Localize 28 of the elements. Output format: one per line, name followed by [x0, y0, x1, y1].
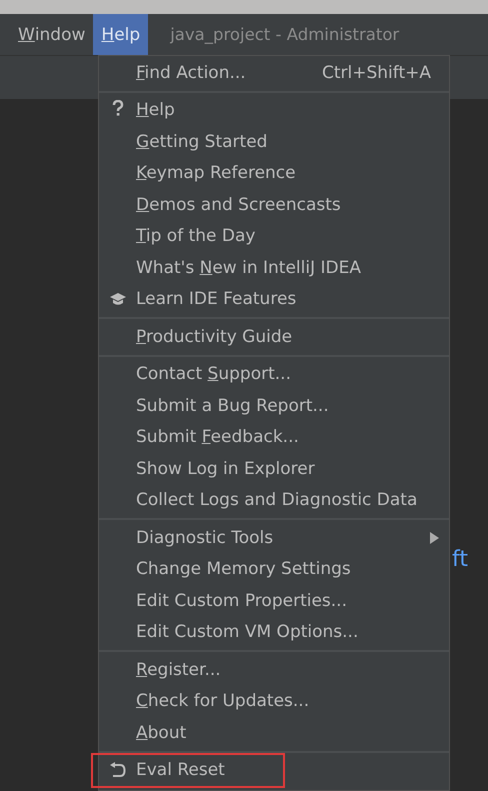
menu-item[interactable]: Check for Updates... — [99, 686, 449, 717]
menu-item[interactable]: Edit Custom VM Options... — [99, 616, 449, 648]
menu-item[interactable]: Demos and Screencasts — [99, 189, 449, 220]
link-text[interactable]: ft — [452, 547, 468, 575]
menu-item[interactable]: Diagnostic Tools — [99, 522, 449, 554]
menu-item[interactable]: Tip of the Day — [99, 220, 449, 252]
menu-item[interactable]: Show Log in Explorer — [99, 453, 449, 484]
menu-item[interactable]: Collect Logs and Diagnostic Data — [99, 484, 449, 516]
menu-item[interactable]: Contact Support... — [99, 358, 449, 390]
menu-item[interactable]: Edit Custom Properties... — [99, 585, 449, 616]
menu-item[interactable]: Find Action... Ctrl+Shift+A — [99, 57, 449, 88]
menu-item[interactable]: Change Memory Settings — [99, 554, 449, 585]
menu-item[interactable]: Submit Feedback... — [99, 422, 449, 453]
menu-bar-item[interactable]: Help — [93, 14, 148, 55]
menu-item[interactable]: About — [99, 717, 449, 748]
graduation-cap-icon — [110, 292, 126, 306]
menu-item[interactable]: Keymap Reference — [99, 158, 449, 189]
menu-bar-item[interactable]: Window — [10, 14, 94, 55]
menu-item[interactable]: Eval Reset — [93, 754, 283, 786]
menu-item[interactable]: Getting Started — [99, 126, 449, 158]
menu-item[interactable]: Learn IDE Features — [99, 284, 449, 315]
menu-item[interactable]: What's New in IntelliJ IDEA — [99, 252, 449, 284]
menu-item[interactable]: Productivity Guide — [99, 321, 449, 352]
menu-item[interactable]: Submit a Bug Report... — [99, 390, 449, 422]
undo-arrow-icon — [109, 762, 126, 778]
window-title: java_project - Administrator — [170, 24, 400, 46]
menu-item[interactable]: Register... — [99, 654, 449, 686]
menu-item[interactable]: Help — [99, 94, 449, 126]
